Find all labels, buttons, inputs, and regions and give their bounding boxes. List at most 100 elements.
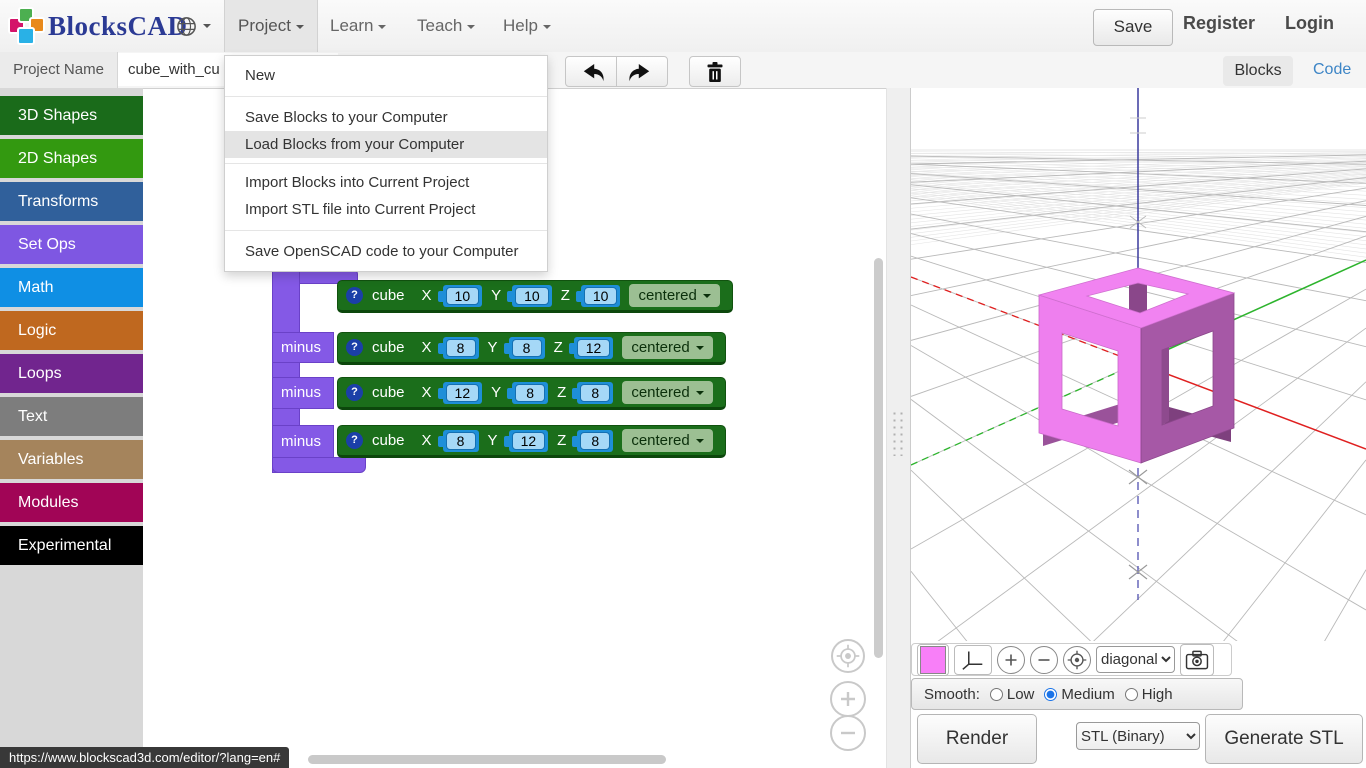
menu-item-save-blocks[interactable]: Save Blocks to your Computer (225, 104, 547, 131)
help-icon[interactable]: ? (346, 287, 363, 304)
help-icon[interactable]: ? (346, 339, 363, 356)
export-format-select[interactable]: STL (Binary) (1076, 722, 1200, 750)
smooth-control: Smooth: Low Medium High (911, 678, 1243, 710)
x-value-field[interactable]: 8 (443, 430, 479, 452)
caret-down-icon (543, 25, 551, 33)
help-icon[interactable]: ? (346, 384, 363, 401)
workspace-zoom-in-button[interactable] (830, 681, 866, 717)
login-link[interactable]: Login (1285, 13, 1334, 34)
menu-item-save-openscad[interactable]: Save OpenSCAD code to your Computer (225, 238, 547, 265)
smooth-label: Smooth: (924, 686, 980, 703)
smooth-low-option[interactable]: Low (990, 686, 1035, 703)
view-mode-select[interactable]: diagonal (1096, 646, 1175, 673)
axes-toggle-button[interactable] (954, 645, 992, 675)
cube-block[interactable]: ? cube X 12 Y 8 Z 8 centered (337, 377, 726, 410)
smooth-medium-radio[interactable] (1044, 688, 1057, 701)
target-icon (835, 643, 861, 669)
undo-button[interactable] (565, 56, 617, 87)
tab-code[interactable]: Code (1313, 61, 1351, 79)
menu-learn[interactable]: Learn (330, 0, 386, 52)
category-loops[interactable]: Loops (0, 354, 143, 393)
zoom-in-button[interactable] (997, 646, 1025, 674)
menu-divider (225, 230, 547, 231)
undo-icon (576, 60, 606, 84)
smooth-high-option[interactable]: High (1125, 686, 1173, 703)
menu-divider (225, 163, 547, 164)
workspace-zoom-out-button[interactable] (830, 715, 866, 751)
tab-blocks[interactable]: Blocks (1223, 56, 1293, 86)
category-set-ops[interactable]: Set Ops (0, 225, 143, 264)
cube-block[interactable]: ? cube X 8 Y 12 Z 8 centered (337, 425, 726, 458)
caret-down-icon (467, 25, 475, 33)
workspace-center-button[interactable] (831, 639, 865, 673)
plus-icon (1004, 653, 1018, 667)
workspace-horizontal-scrollbar[interactable] (308, 755, 666, 764)
z-value-field[interactable]: 8 (577, 430, 613, 452)
model-color-button[interactable] (917, 644, 949, 676)
brand[interactable]: BlocksCAD (8, 9, 188, 43)
x-value-field[interactable]: 8 (443, 337, 479, 359)
divider-drag-handle-icon[interactable] (891, 410, 904, 456)
category-transforms[interactable]: Transforms (0, 182, 143, 221)
category-math[interactable]: Math (0, 268, 143, 307)
category-text[interactable]: Text (0, 397, 143, 436)
screenshot-button[interactable] (1180, 644, 1214, 676)
minus-slot: minus (272, 332, 334, 363)
color-swatch (920, 646, 946, 674)
y-value-field[interactable]: 8 (509, 337, 545, 359)
y-value-field[interactable]: 12 (509, 430, 549, 452)
centered-dropdown[interactable]: centered (622, 336, 712, 359)
difference-block-group[interactable]: minus minus minus ? cube X 10 Y 10 Z 10 … (272, 262, 772, 482)
smooth-high-radio[interactable] (1125, 688, 1138, 701)
category-experimental[interactable]: Experimental (0, 526, 143, 565)
trash-button[interactable] (689, 56, 741, 87)
z-value-field[interactable]: 12 (574, 337, 614, 359)
help-icon[interactable]: ? (346, 432, 363, 449)
language-menu-button[interactable] (175, 13, 215, 39)
x-value-field[interactable]: 10 (443, 285, 483, 307)
x-value-field[interactable]: 12 (443, 382, 483, 404)
menu-teach[interactable]: Teach (417, 0, 475, 52)
block-palette: 3D Shapes 2D Shapes Transforms Set Ops M… (0, 88, 143, 768)
save-button[interactable]: Save (1093, 9, 1173, 46)
category-modules[interactable]: Modules (0, 483, 143, 522)
blockscad-app: BlocksCAD Project Learn Teach Help Save … (0, 0, 1366, 768)
workspace-vertical-scrollbar[interactable] (874, 258, 883, 658)
caret-down-icon (378, 25, 386, 33)
y-value-field[interactable]: 8 (512, 382, 548, 404)
render-button[interactable]: Render (917, 714, 1037, 764)
redo-button[interactable] (616, 56, 668, 87)
minus-icon (839, 724, 857, 742)
smooth-low-radio[interactable] (990, 688, 1003, 701)
y-value-field[interactable]: 10 (512, 285, 552, 307)
z-value-field[interactable]: 10 (581, 285, 621, 307)
status-url-tooltip: https://www.blockscad3d.com/editor/?lang… (0, 747, 289, 768)
minus-icon (1037, 653, 1051, 667)
z-value-field[interactable]: 8 (577, 382, 613, 404)
reset-view-button[interactable] (1063, 646, 1091, 674)
menu-item-import-blocks[interactable]: Import Blocks into Current Project (225, 169, 547, 196)
centered-dropdown[interactable]: centered (622, 381, 712, 404)
generate-stl-button[interactable]: Generate STL (1205, 714, 1363, 764)
register-link[interactable]: Register (1183, 13, 1255, 34)
caret-down-icon (203, 24, 211, 32)
menu-item-new[interactable]: New (225, 62, 547, 89)
cube-block[interactable]: ? cube X 8 Y 8 Z 12 centered (337, 332, 726, 365)
menu-project[interactable]: Project (224, 0, 318, 52)
menu-help[interactable]: Help (503, 0, 551, 52)
axes-icon (960, 649, 986, 671)
menu-item-import-stl[interactable]: Import STL file into Current Project (225, 196, 547, 223)
caret-down-icon (296, 25, 304, 33)
rendered-model (1039, 268, 1234, 463)
category-2d-shapes[interactable]: 2D Shapes (0, 139, 143, 178)
category-variables[interactable]: Variables (0, 440, 143, 479)
smooth-medium-option[interactable]: Medium (1044, 686, 1114, 703)
difference-block-bottom[interactable] (272, 457, 366, 473)
centered-dropdown[interactable]: centered (622, 429, 712, 452)
zoom-out-button[interactable] (1030, 646, 1058, 674)
category-3d-shapes[interactable]: 3D Shapes (0, 96, 143, 135)
category-logic[interactable]: Logic (0, 311, 143, 350)
menu-item-load-blocks[interactable]: Load Blocks from your Computer (225, 131, 547, 158)
cube-block[interactable]: ? cube X 10 Y 10 Z 10 centered (337, 280, 733, 313)
centered-dropdown[interactable]: centered (629, 284, 719, 307)
